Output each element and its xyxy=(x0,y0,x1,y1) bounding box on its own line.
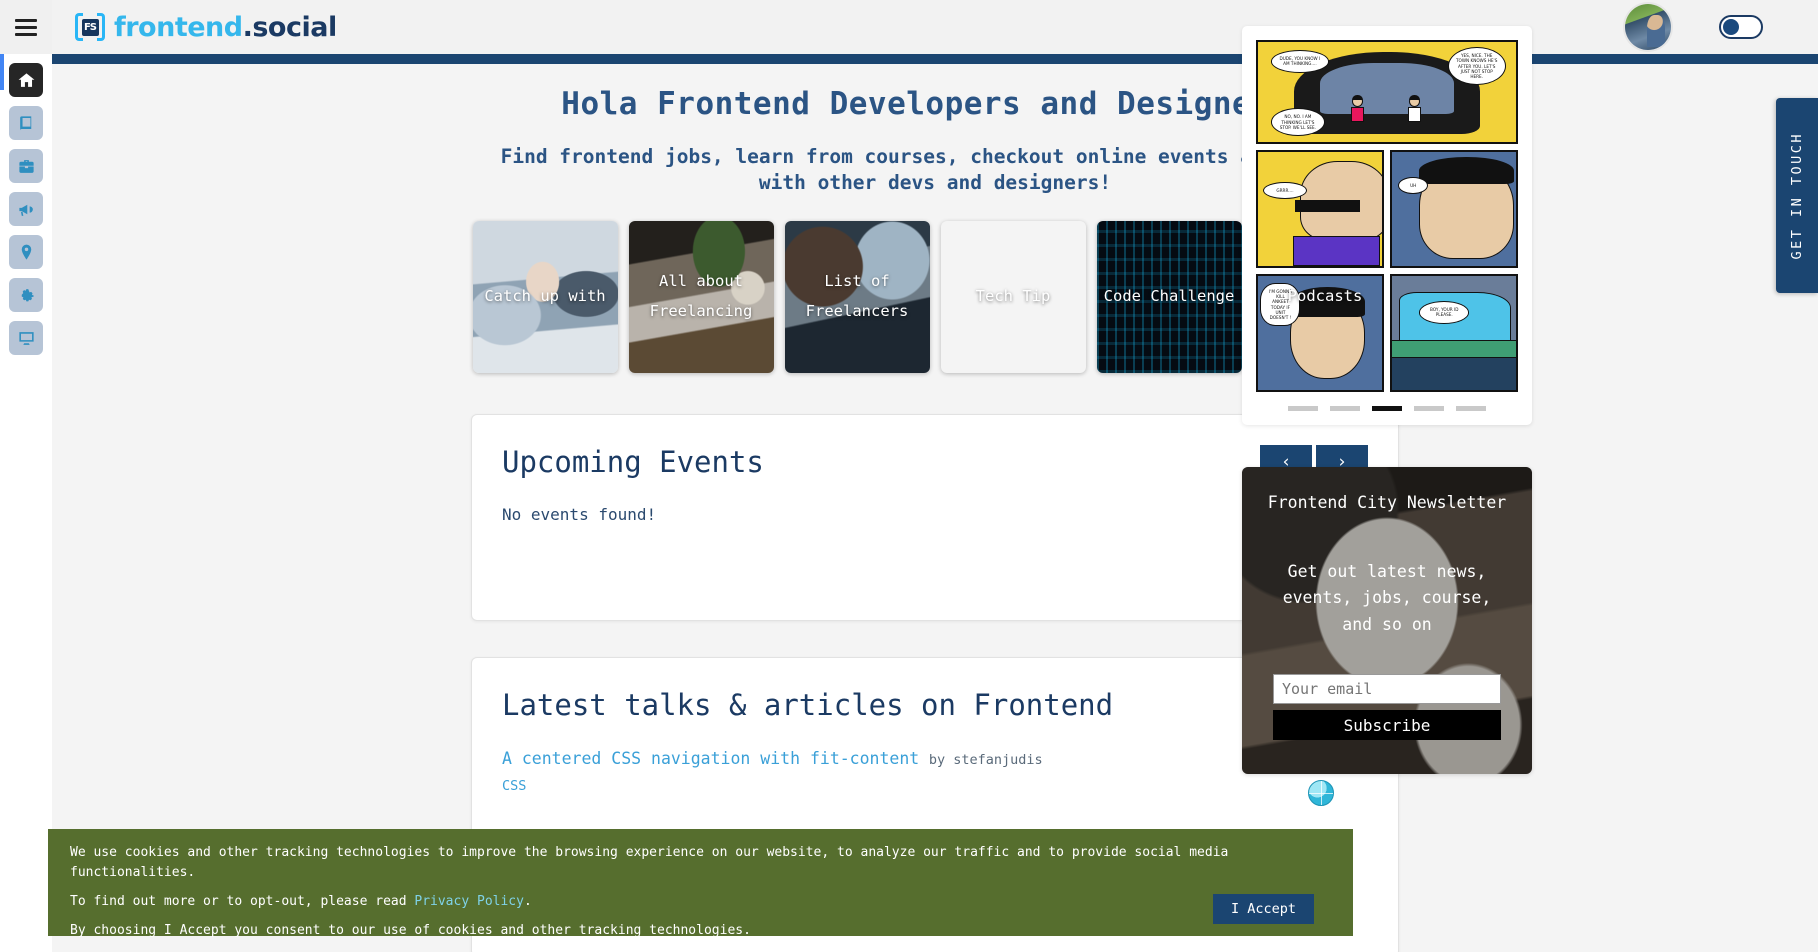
events-empty-message: No events found! xyxy=(502,504,657,524)
accept-cookies-button[interactable]: I Accept xyxy=(1212,894,1314,924)
brand-text-secondary: .social xyxy=(242,11,338,43)
sidebar-item-announcements[interactable] xyxy=(9,192,43,226)
sidebar-item-settings[interactable] xyxy=(9,278,43,312)
carousel-dot-2[interactable] xyxy=(1330,406,1360,411)
top-navbar: FS frontend.social xyxy=(0,0,1818,54)
article-tags[interactable]: CSS xyxy=(502,778,1043,794)
sidebar-item-courses[interactable] xyxy=(9,106,43,140)
comic-panel-2: Grrr.... xyxy=(1256,150,1384,268)
comic-bubble: Dude, you know I am thinking.... xyxy=(1270,50,1329,73)
brand-chip-label: FS xyxy=(81,18,99,36)
cookie-line-2-pre: To find out more or to opt-out, please r… xyxy=(70,894,415,910)
article-title[interactable]: A centered CSS navigation with fit-conte… xyxy=(502,749,919,768)
comic-uniform xyxy=(1292,236,1380,266)
articles-title: Latest talks & articles on Frontend xyxy=(502,688,1114,723)
tile-label: Podcasts xyxy=(1287,286,1363,305)
sidebar-rail xyxy=(0,54,52,952)
subscribe-button[interactable]: Subscribe xyxy=(1273,710,1501,741)
email-field[interactable] xyxy=(1273,674,1501,705)
brand-mark-icon: FS xyxy=(75,12,105,42)
location-pin-icon xyxy=(21,244,31,260)
comic-hair xyxy=(1419,156,1514,184)
newsletter-description: Get out latest news, events, jobs, cours… xyxy=(1282,562,1492,634)
carousel-dot-3[interactable] xyxy=(1372,406,1402,411)
cookie-consent-banner: We use cookies and other tracking techno… xyxy=(48,829,1353,938)
brand-text-primary: frontend xyxy=(114,11,243,43)
events-title: Upcoming Events xyxy=(502,445,764,480)
main-content: Hola Frontend Developers and Designers! … xyxy=(52,64,1818,952)
tile-label: List of Freelancers xyxy=(805,272,909,320)
tile-all-about-freelancing[interactable]: All about Freelancing xyxy=(628,220,774,373)
tile-tech-tip[interactable]: Tech Tip xyxy=(941,221,1086,373)
comic-person-white xyxy=(1407,95,1421,122)
briefcase-icon xyxy=(18,159,34,173)
newsletter-card: Frontend City Newsletter Get out latest … xyxy=(1242,467,1532,774)
tile-label: Code Challenge xyxy=(1103,286,1235,305)
cookie-line-3: By choosing I Accept you consent to our … xyxy=(70,923,751,939)
comic-bubble: Boy, your ID please. xyxy=(1419,301,1470,324)
monitor-icon xyxy=(18,331,34,345)
tile-label: All about Freelancing xyxy=(649,272,753,320)
comic-strip[interactable]: Dude, you know I am thinking.... Yes, ni… xyxy=(1256,40,1518,392)
book-icon xyxy=(19,115,31,131)
tile-code-challenge[interactable]: Code Challenge xyxy=(1096,220,1242,373)
comic-row-2: Grrr.... Uh xyxy=(1256,150,1518,268)
comic-car-band xyxy=(1392,339,1516,359)
brand-logo[interactable]: FS frontend.social xyxy=(75,12,337,43)
tile-label: Tech Tip xyxy=(975,286,1051,305)
globe-icon xyxy=(1308,779,1335,806)
comic-panel-5: Boy, your ID please. xyxy=(1390,274,1518,392)
carousel-indicators xyxy=(1256,406,1518,417)
cookie-line-2: To find out more or to opt-out, please r… xyxy=(70,892,1331,912)
navbar-underline xyxy=(52,54,1818,64)
comic-person-red xyxy=(1350,95,1364,122)
carousel-dot-5[interactable] xyxy=(1456,406,1486,411)
cookie-line-1: We use cookies and other tracking techno… xyxy=(70,845,1229,881)
sidebar-item-screen[interactable] xyxy=(9,321,43,355)
comic-bubble: No, no. I am thinking let's stop. We'll … xyxy=(1270,108,1325,136)
megaphone-icon xyxy=(18,204,33,216)
app-root: FS frontend.social Hola Frontend Develop… xyxy=(0,0,1818,952)
article-main: A centered CSS navigation with fit-conte… xyxy=(502,749,1043,794)
comic-row-1: Dude, you know I am thinking.... Yes, ni… xyxy=(1256,40,1518,144)
menu-toggle-button[interactable] xyxy=(0,0,52,54)
tile-list-of-freelancers[interactable]: List of Freelancers xyxy=(784,220,930,373)
sidebar-item-home[interactable] xyxy=(9,63,43,97)
tile-label: Catch up with xyxy=(484,286,606,305)
toggle-knob xyxy=(1723,19,1739,35)
cookie-line-2-post: . xyxy=(523,894,532,910)
newsletter-title: Frontend City Newsletter xyxy=(1267,493,1507,512)
page-title: Hola Frontend Developers and Designers! xyxy=(561,86,1309,122)
get-in-touch-label: GET IN TOUCH xyxy=(1789,131,1805,260)
avatar[interactable] xyxy=(1625,4,1671,50)
comic-moustache xyxy=(1295,199,1360,213)
list-item[interactable]: A centered CSS navigation with fit-conte… xyxy=(502,733,1368,810)
sidebar-item-jobs[interactable] xyxy=(9,149,43,183)
comic-car-body xyxy=(1392,358,1516,390)
comic-bubble: Yes, nice. The town knows he's after you… xyxy=(1447,47,1506,86)
comic-bubble: Grrr.... xyxy=(1262,181,1307,199)
sidebar-item-map[interactable] xyxy=(9,235,43,269)
carousel-dot-4[interactable] xyxy=(1414,406,1444,411)
article-author: by stefanjudis xyxy=(928,751,1043,768)
gear-icon xyxy=(21,288,34,301)
carousel-dot-1[interactable] xyxy=(1288,406,1318,411)
dark-mode-toggle[interactable] xyxy=(1719,15,1763,39)
navbar-right xyxy=(1625,4,1763,50)
newsletter-inner: Frontend City Newsletter Get out latest … xyxy=(1266,493,1508,741)
brand-text: frontend.social xyxy=(114,12,337,43)
comic-panel-1: Dude, you know I am thinking.... Yes, ni… xyxy=(1256,40,1518,144)
category-tiles: Catch up with All about Freelancing List… xyxy=(52,220,1818,373)
home-icon xyxy=(18,72,34,87)
comic-panel-3: Uh xyxy=(1390,150,1518,268)
get-in-touch-tab[interactable]: GET IN TOUCH xyxy=(1776,98,1818,293)
hamburger-icon xyxy=(15,18,37,36)
comic-carousel: Dude, you know I am thinking.... Yes, ni… xyxy=(1242,26,1532,425)
privacy-policy-link[interactable]: Privacy Policy xyxy=(414,894,524,909)
tile-catch-up[interactable]: Catch up with xyxy=(472,220,618,373)
right-column: Dude, you know I am thinking.... Yes, ni… xyxy=(1242,26,1532,774)
